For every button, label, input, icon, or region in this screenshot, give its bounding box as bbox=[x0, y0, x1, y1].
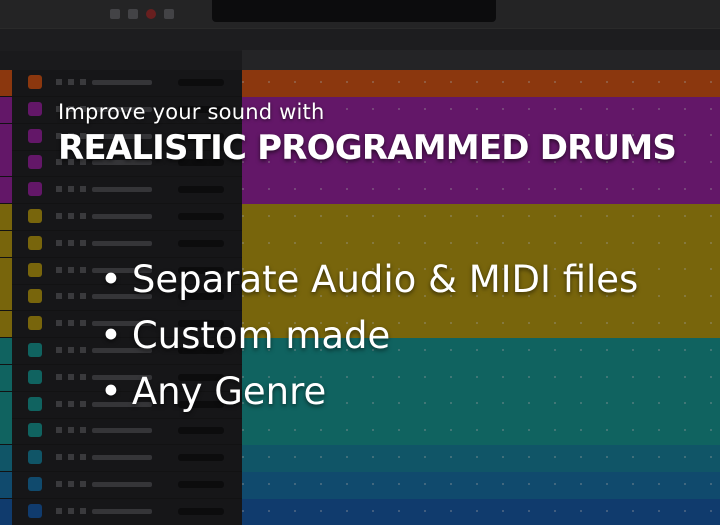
promo-title: REALISTIC PROGRAMMED DRUMS bbox=[58, 128, 677, 168]
feature-text: Separate Audio & MIDI files bbox=[131, 258, 639, 301]
feature-text: Any Genre bbox=[131, 370, 327, 413]
feature-list: • Separate Audio & MIDI files • Custom mad… bbox=[100, 252, 638, 420]
feature-item: • Custom made bbox=[100, 308, 638, 364]
bullet-icon: • bbox=[100, 314, 122, 357]
headline: Improve your sound with bbox=[58, 100, 325, 124]
bullet-icon: • bbox=[100, 370, 122, 413]
feature-text: Custom made bbox=[131, 314, 391, 357]
feature-item: • Any Genre bbox=[100, 364, 638, 420]
bullet-icon: • bbox=[100, 258, 122, 301]
feature-item: • Separate Audio & MIDI files bbox=[100, 252, 638, 308]
daw-screenshot-background: Improve your sound with REALISTIC PROGRA… bbox=[0, 0, 720, 525]
